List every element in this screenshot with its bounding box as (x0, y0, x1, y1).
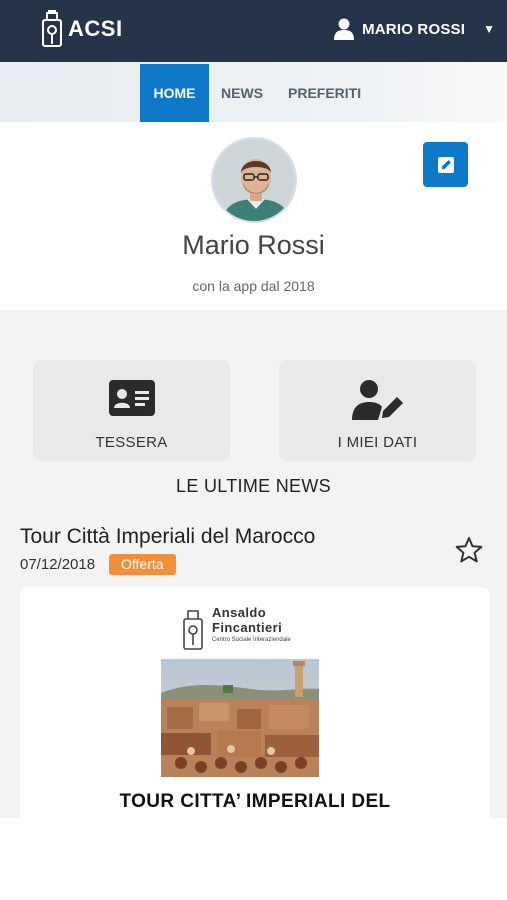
user-icon (334, 18, 355, 40)
my-data-label: I MIEI DATI (337, 434, 418, 451)
news-date: 07/12/2018 (20, 556, 96, 573)
brand-line-1: Ansaldo (212, 605, 267, 620)
news-title[interactable]: Tour Città Imperiali del Marocco (20, 525, 315, 549)
logo-emblem-icon (42, 10, 62, 47)
brand-logo-icon (183, 610, 203, 650)
page-bottom (0, 818, 507, 900)
news-card-title: TOUR CITTA’ IMPERIALI DEL (119, 791, 391, 812)
main-nav: HOME NEWS PREFERITI (0, 62, 507, 122)
chevron-down-icon: ▼ (483, 22, 495, 36)
user-edit-icon (351, 380, 403, 420)
edit-icon (437, 156, 454, 173)
brand-line-3: Centro Sociale Interaziendale (212, 637, 291, 643)
tab-preferiti[interactable]: PREFERITI (276, 64, 373, 122)
user-menu[interactable]: MARIO ROSSI ▼ (334, 18, 495, 40)
offer-badge: Offerta (109, 554, 176, 575)
news-image-card[interactable]: Ansaldo Fincantieri Centro Sociale Inter… (20, 587, 490, 818)
user-name: MARIO ROSSI (362, 20, 466, 38)
actions-area: TESSERA I MIEI DATI LE ULTIME NEWS (0, 310, 507, 515)
star-icon[interactable] (455, 536, 483, 564)
tessera-label: TESSERA (95, 434, 168, 451)
brand-line-2: Fincantieri (212, 620, 283, 635)
profile-since: con la app dal 2018 (192, 278, 315, 294)
avatar-image (213, 139, 295, 221)
acsi-logo[interactable]: ACSI (40, 8, 123, 50)
my-data-icon-wrap (279, 380, 476, 420)
news-photo (161, 659, 319, 777)
app-header: ACSI MARIO ROSSI ▼ (0, 0, 507, 62)
profile-name: Mario Rossi (182, 230, 325, 260)
id-card-icon (108, 380, 155, 416)
brand-block: Ansaldo Fincantieri Centro Sociale Inter… (180, 605, 291, 653)
news-heading: LE ULTIME NEWS (176, 476, 331, 496)
tab-news[interactable]: NEWS (209, 64, 275, 122)
tessera-button[interactable]: TESSERA (33, 360, 230, 461)
edit-profile-button[interactable] (423, 142, 468, 187)
tab-home[interactable]: HOME (140, 64, 209, 122)
logo-text: ACSI (68, 16, 123, 41)
brand-text: Ansaldo Fincantieri Centro Sociale Inter… (212, 605, 291, 643)
tessera-icon-wrap (33, 380, 230, 416)
my-data-button[interactable]: I MIEI DATI (279, 360, 476, 461)
avatar[interactable] (211, 137, 297, 223)
profile-panel: Mario Rossi con la app dal 2018 (0, 122, 507, 310)
